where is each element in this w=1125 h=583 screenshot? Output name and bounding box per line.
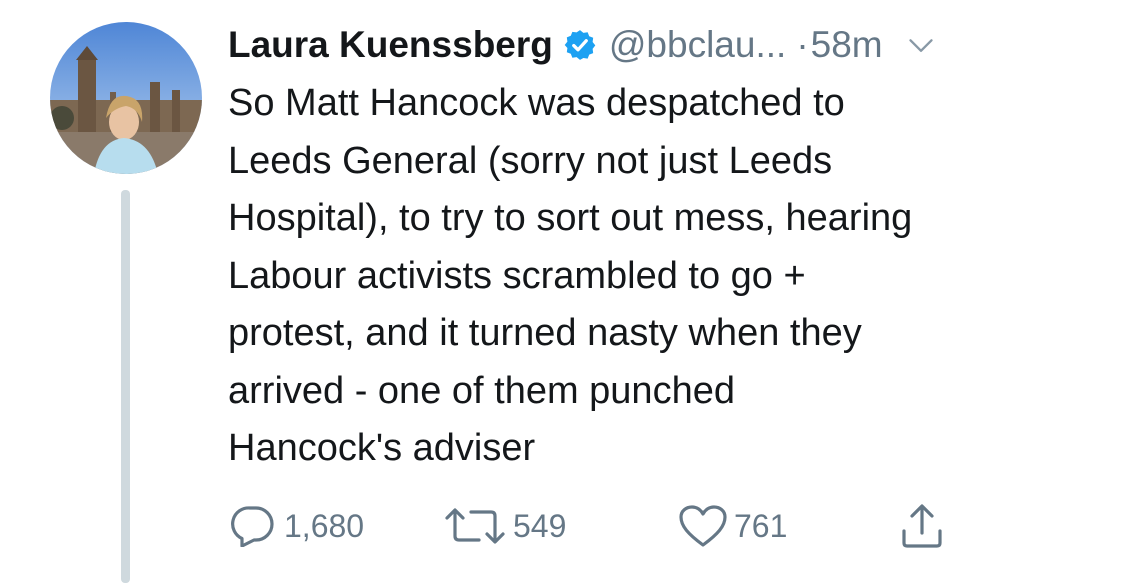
reply-icon	[228, 505, 278, 547]
tweet-text-line: Hancock's adviser	[228, 427, 536, 469]
tweet-text-line: Labour activists scrambled to go +	[228, 254, 806, 297]
like-count: 761	[734, 507, 788, 544]
chevron-down-icon[interactable]	[907, 31, 935, 59]
avatar-photo	[50, 22, 202, 174]
tweet: Laura Kuenssberg @bbclau... · 58m So Mat…	[0, 0, 1125, 583]
tweet-header: Laura Kuenssberg @bbclau... · 58m	[228, 18, 935, 72]
author-handle[interactable]: @bbclau...	[609, 24, 786, 66]
thread-line	[121, 190, 130, 583]
tweet-text: So Matt Hancock was despatched to Leeds …	[228, 75, 1108, 478]
tweet-text-line: Leeds General (sorry not just Leeds	[228, 139, 833, 182]
heart-icon	[678, 504, 728, 548]
author-name[interactable]: Laura Kuenssberg	[228, 24, 553, 66]
retweet-icon	[443, 506, 507, 546]
reply-button[interactable]: 1,680	[228, 500, 364, 552]
like-button[interactable]: 761	[678, 500, 787, 552]
verified-badge-icon	[563, 28, 597, 62]
avatar[interactable]	[50, 22, 202, 174]
tweet-text-line: Hospital), to try to sort out mess, hear…	[228, 197, 913, 239]
reply-count: 1,680	[284, 507, 365, 544]
tweet-text-line: protest, and it turned nasty when they	[228, 312, 862, 354]
retweet-button[interactable]: 549	[443, 500, 566, 552]
share-icon	[900, 503, 944, 549]
tweet-text-line: arrived - one of them punched	[228, 369, 735, 412]
tweet-text-line: So Matt Hancock was despatched to	[228, 82, 845, 124]
separator-dot: ·	[796, 24, 809, 65]
tweet-actions: 1,680 549 761	[228, 500, 1028, 552]
share-button[interactable]	[900, 500, 944, 552]
retweet-count: 549	[513, 507, 567, 544]
timestamp[interactable]: 58m	[811, 24, 883, 66]
